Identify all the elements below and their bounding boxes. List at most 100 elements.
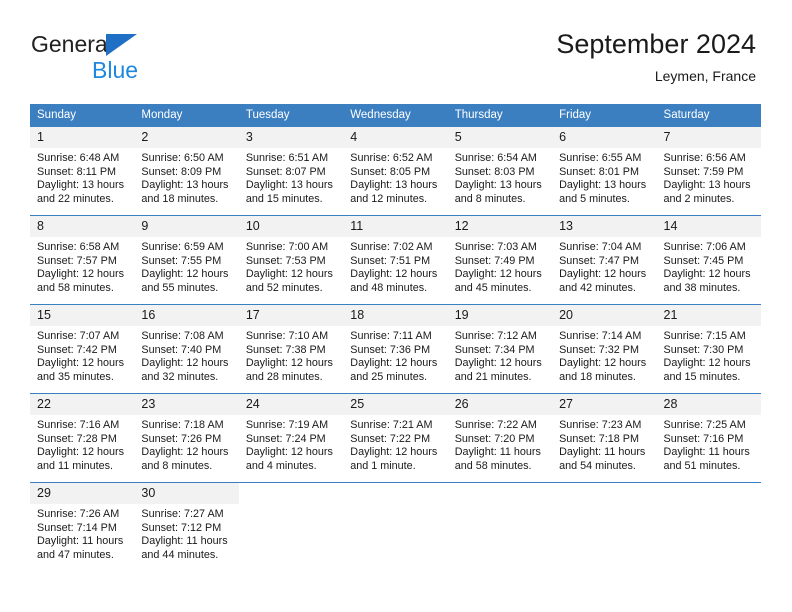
calendar-empty-cell <box>656 482 761 569</box>
sunset-time: Sunset: 8:03 PM <box>454 165 535 178</box>
calendar-day-cell[interactable]: 7 Sunrise: 6:56 AM Sunset: 7:59 PM Daylight… <box>656 126 761 216</box>
daylight-duration-line2: and 54 minutes. <box>559 459 636 472</box>
daylight-duration-line2: and 44 minutes. <box>141 548 219 561</box>
day-details: Sunrise: 7:26 AM Sunset: 7:14 PM Daylight:… <box>30 504 134 562</box>
daylight-duration-line1: Daylight: 12 hours <box>350 268 438 281</box>
sunset-time: Sunset: 8:05 PM <box>350 165 431 178</box>
day-number: 8 <box>30 216 135 237</box>
daylight-duration-line1: Daylight: 12 hours <box>454 268 542 281</box>
day-details: Sunrise: 7:07 AM Sunset: 7:42 PM Daylight:… <box>30 326 134 384</box>
day-details: Sunrise: 7:11 AM Sunset: 7:36 PM Daylight:… <box>343 326 447 384</box>
calendar-day-cell[interactable]: 19 Sunrise: 7:12 AM Sunset: 7:34 PM Dayligh… <box>447 304 553 394</box>
calendar-day-cell[interactable]: 10 Sunrise: 7:00 AM Sunset: 7:53 PM Dayligh… <box>238 215 344 305</box>
calendar-day-cell[interactable]: 4 Sunrise: 6:52 AM Sunset: 8:05 PM Daylight… <box>343 126 448 216</box>
sunset-time: Sunset: 7:16 PM <box>663 432 744 445</box>
weekday-header-thursday: Thursday <box>447 104 553 127</box>
calendar-day-cell[interactable]: 30 Sunrise: 7:27 AM Sunset: 7:12 PM Dayligh… <box>134 482 239 569</box>
daylight-duration-line1: Daylight: 13 hours <box>663 179 751 192</box>
calendar-day-cell[interactable]: 14 Sunrise: 7:06 AM Sunset: 7:45 PM Dayligh… <box>656 215 761 305</box>
day-number: 27 <box>552 394 657 415</box>
calendar-day-cell[interactable]: 3 Sunrise: 6:51 AM Sunset: 8:07 PM Daylight… <box>238 126 344 216</box>
calendar-day-cell[interactable]: 8 Sunrise: 6:58 AM Sunset: 7:57 PM Daylight… <box>30 215 135 305</box>
day-details: Sunrise: 6:50 AM Sunset: 8:09 PM Daylight:… <box>134 148 238 206</box>
daylight-duration-line1: Daylight: 13 hours <box>559 179 647 192</box>
daylight-duration-line1: Daylight: 13 hours <box>141 179 229 192</box>
daylight-duration-line2: and 55 minutes. <box>141 281 219 294</box>
day-details: Sunrise: 6:51 AM Sunset: 8:07 PM Daylight:… <box>239 148 343 206</box>
sunrise-time: Sunrise: 7:18 AM <box>141 419 224 431</box>
sunset-time: Sunset: 7:47 PM <box>559 254 639 267</box>
day-number: 2 <box>134 127 239 148</box>
calendar-day-cell[interactable]: 24 Sunrise: 7:19 AM Sunset: 7:24 PM Dayligh… <box>238 393 344 483</box>
daylight-duration-line2: and 58 minutes. <box>37 281 114 294</box>
day-details: Sunrise: 7:21 AM Sunset: 7:22 PM Daylight:… <box>343 415 447 473</box>
day-number: 23 <box>134 394 239 415</box>
calendar-day-cell[interactable]: 17 Sunrise: 7:10 AM Sunset: 7:38 PM Dayligh… <box>238 304 344 394</box>
daylight-duration-line1: Daylight: 12 hours <box>37 357 125 370</box>
calendar-day-cell[interactable]: 28 Sunrise: 7:25 AM Sunset: 7:16 PM Dayligh… <box>656 393 761 483</box>
calendar-day-cell[interactable]: 29 Sunrise: 7:26 AM Sunset: 7:14 PM Dayligh… <box>30 482 135 569</box>
sunset-time: Sunset: 7:57 PM <box>37 254 117 267</box>
weekday-header-saturday: Saturday <box>656 104 761 127</box>
sunrise-time: Sunrise: 7:08 AM <box>141 330 224 342</box>
day-details: Sunrise: 7:10 AM Sunset: 7:38 PM Daylight:… <box>239 326 343 384</box>
day-details: Sunrise: 7:15 AM Sunset: 7:30 PM Daylight:… <box>657 326 761 384</box>
page-header: General Blue September 2024 Leymen, Fran… <box>0 0 792 100</box>
day-number: 6 <box>552 127 657 148</box>
calendar-day-cell[interactable]: 12 Sunrise: 7:03 AM Sunset: 7:49 PM Dayligh… <box>447 215 553 305</box>
sunset-time: Sunset: 7:40 PM <box>141 343 222 356</box>
daylight-duration-line2: and 4 minutes. <box>245 459 317 472</box>
calendar-day-cell[interactable]: 25 Sunrise: 7:21 AM Sunset: 7:22 PM Dayligh… <box>343 393 448 483</box>
sunset-time: Sunset: 8:01 PM <box>559 165 639 178</box>
calendar-page: General Blue September 2024 Leymen, Fran… <box>0 0 792 612</box>
weekday-header-monday: Monday <box>134 104 239 127</box>
daylight-duration-line2: and 21 minutes. <box>454 370 532 383</box>
day-details: Sunrise: 7:02 AM Sunset: 7:51 PM Daylight:… <box>343 237 447 295</box>
calendar-day-cell[interactable]: 11 Sunrise: 7:02 AM Sunset: 7:51 PM Dayligh… <box>343 215 448 305</box>
day-number: 11 <box>343 216 448 237</box>
calendar-week-row: 15 Sunrise: 7:07 AM Sunset: 7:42 PM Dayligh… <box>30 304 761 394</box>
daylight-duration-line1: Daylight: 12 hours <box>559 268 647 281</box>
day-number: 1 <box>30 127 135 148</box>
daylight-duration-line2: and 12 minutes. <box>350 192 428 205</box>
day-number: 9 <box>134 216 239 237</box>
calendar-day-cell[interactable]: 21 Sunrise: 7:15 AM Sunset: 7:30 PM Dayligh… <box>656 304 761 394</box>
daylight-duration-line1: Daylight: 11 hours <box>141 535 228 548</box>
calendar-day-cell[interactable]: 26 Sunrise: 7:22 AM Sunset: 7:20 PM Dayligh… <box>447 393 553 483</box>
sunset-time: Sunset: 7:42 PM <box>37 343 117 356</box>
calendar-day-cell[interactable]: 23 Sunrise: 7:18 AM Sunset: 7:26 PM Dayligh… <box>134 393 239 483</box>
daylight-duration-line1: Daylight: 12 hours <box>141 446 229 459</box>
calendar-day-cell[interactable]: 15 Sunrise: 7:07 AM Sunset: 7:42 PM Dayligh… <box>30 304 135 394</box>
day-number: 24 <box>238 394 344 415</box>
day-details: Sunrise: 7:23 AM Sunset: 7:18 PM Daylight:… <box>552 415 656 473</box>
day-number <box>657 483 761 504</box>
daylight-duration-line2: and 11 minutes. <box>37 459 114 472</box>
daylight-duration-line2: and 25 minutes. <box>350 370 428 383</box>
calendar-day-cell[interactable]: 18 Sunrise: 7:11 AM Sunset: 7:36 PM Dayligh… <box>343 304 448 394</box>
sunrise-time: Sunrise: 6:55 AM <box>559 152 642 164</box>
sunrise-time: Sunrise: 7:00 AM <box>245 241 329 253</box>
calendar-day-cell[interactable]: 6 Sunrise: 6:55 AM Sunset: 8:01 PM Daylight… <box>552 126 657 216</box>
calendar-day-cell[interactable]: 5 Sunrise: 6:54 AM Sunset: 8:03 PM Daylight… <box>447 126 553 216</box>
sunrise-time: Sunrise: 7:14 AM <box>559 330 642 342</box>
daylight-duration-line2: and 1 minute. <box>350 459 416 472</box>
general-blue-logo[interactable]: General Blue <box>31 31 251 91</box>
calendar-day-cell[interactable]: 27 Sunrise: 7:23 AM Sunset: 7:18 PM Dayligh… <box>552 393 657 483</box>
sunset-time: Sunset: 7:45 PM <box>663 254 744 267</box>
daylight-duration-line2: and 8 minutes. <box>454 192 526 205</box>
calendar-body: 1 Sunrise: 6:48 AM Sunset: 8:11 PM Daylight… <box>30 126 761 569</box>
calendar-week-row: 8 Sunrise: 6:58 AM Sunset: 7:57 PM Daylight… <box>30 215 761 305</box>
sunset-time: Sunset: 7:20 PM <box>454 432 535 445</box>
calendar-day-cell[interactable]: 1 Sunrise: 6:48 AM Sunset: 8:11 PM Daylight… <box>30 126 135 216</box>
sunset-time: Sunset: 7:53 PM <box>245 254 326 267</box>
calendar-day-cell[interactable]: 16 Sunrise: 7:08 AM Sunset: 7:40 PM Dayligh… <box>134 304 239 394</box>
calendar-day-cell[interactable]: 22 Sunrise: 7:16 AM Sunset: 7:28 PM Dayligh… <box>30 393 135 483</box>
daylight-duration-line1: Daylight: 12 hours <box>37 268 125 281</box>
calendar-day-cell[interactable]: 13 Sunrise: 7:04 AM Sunset: 7:47 PM Dayligh… <box>552 215 657 305</box>
calendar-day-cell[interactable]: 20 Sunrise: 7:14 AM Sunset: 7:32 PM Dayligh… <box>552 304 657 394</box>
daylight-duration-line1: Daylight: 11 hours <box>37 535 124 548</box>
daylight-duration-line2: and 18 minutes. <box>141 192 219 205</box>
calendar-day-cell[interactable]: 2 Sunrise: 6:50 AM Sunset: 8:09 PM Daylight… <box>134 126 239 216</box>
logo-text-blue: Blue <box>92 57 139 83</box>
calendar-day-cell[interactable]: 9 Sunrise: 6:59 AM Sunset: 7:55 PM Daylight… <box>134 215 239 305</box>
